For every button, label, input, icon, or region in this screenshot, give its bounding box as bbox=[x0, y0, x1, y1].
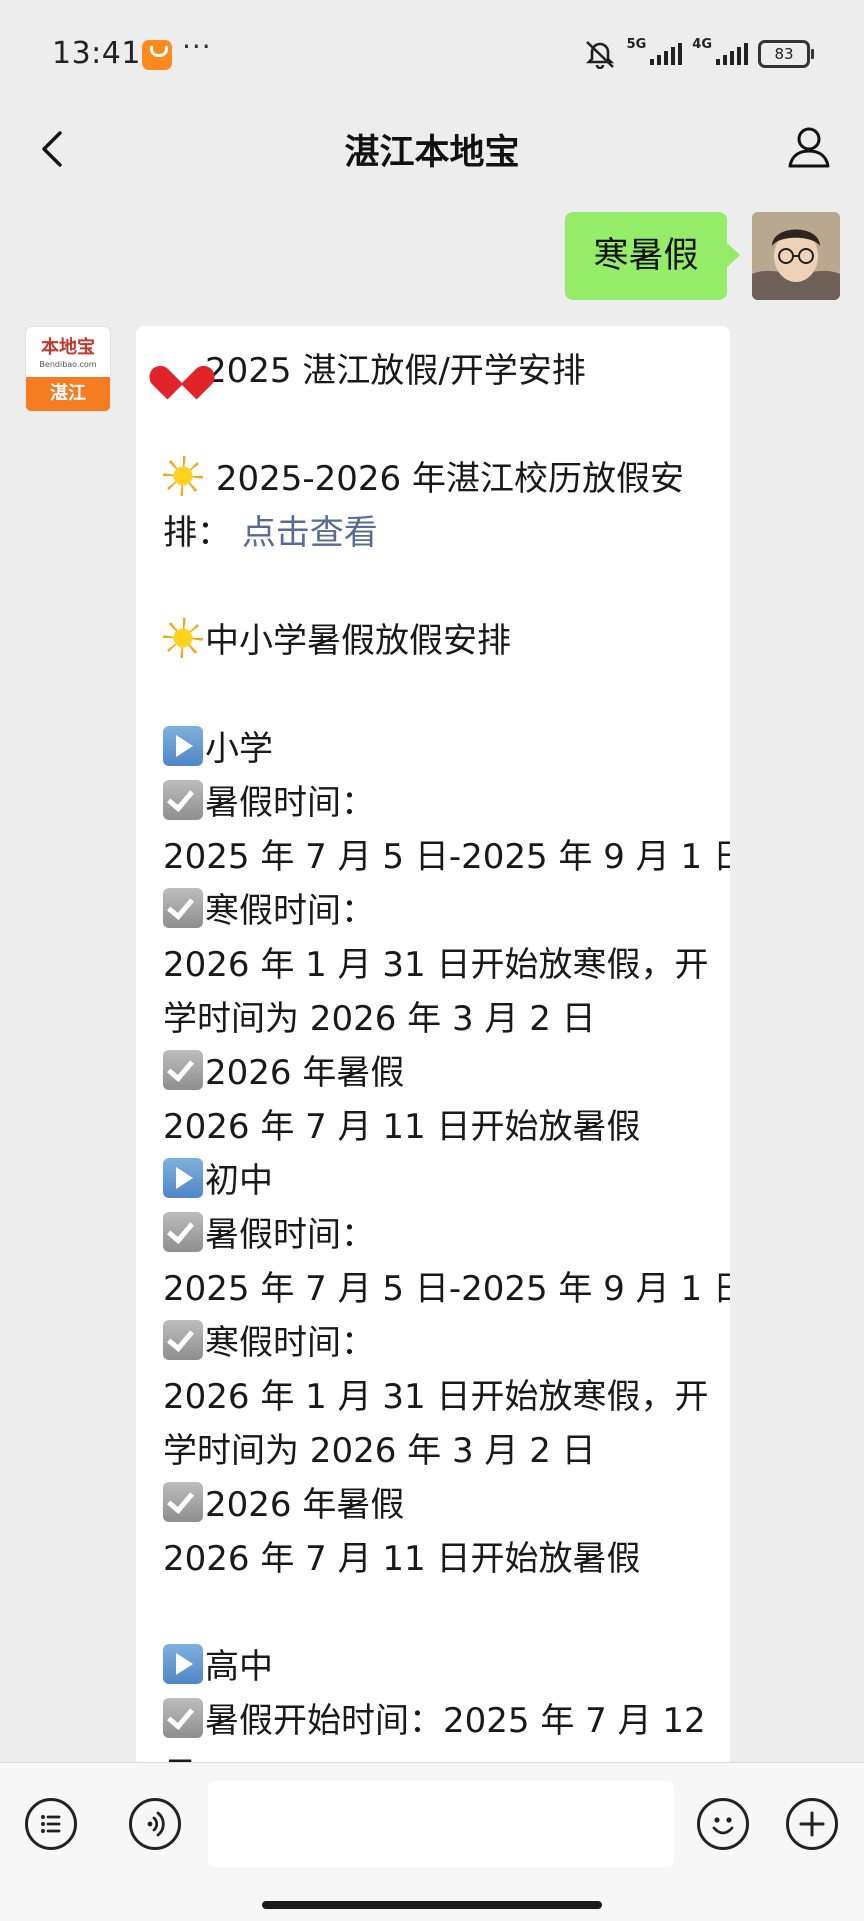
calendar-intro: 2025-2026 年湛江校历放假安 bbox=[215, 459, 684, 499]
user-avatar-image bbox=[752, 212, 840, 300]
bot-logo: 本地宝 Bendibao.com bbox=[26, 327, 110, 377]
voice-icon bbox=[147, 1811, 165, 1837]
emoji-icon bbox=[712, 1817, 734, 1835]
primary-heading: 小学 bbox=[163, 722, 709, 776]
status-indicators: 5G 4G 83 bbox=[583, 36, 814, 72]
primary-winter-value-1: 2026 年 1 月 31 日开始放寒假，开 bbox=[163, 945, 709, 985]
senior-heading: 高中 bbox=[163, 1640, 709, 1694]
sun-icon bbox=[163, 618, 203, 658]
check-mark-icon bbox=[163, 888, 203, 928]
emoji-button[interactable] bbox=[697, 1798, 749, 1850]
heart-icon bbox=[163, 348, 203, 388]
winter-time-label: 寒假时间： bbox=[205, 1323, 375, 1363]
calendar-link[interactable]: 点击查看 bbox=[242, 513, 378, 553]
check-mark-icon bbox=[163, 1212, 203, 1252]
chat-input-bar bbox=[0, 1762, 864, 1921]
primary-2026-summer-value: 2026 年 7 月 11 日开始放暑假 bbox=[163, 1107, 641, 1147]
bot-logo-site: Bendibao.com bbox=[39, 360, 97, 369]
junior-label: 初中 bbox=[205, 1161, 273, 1201]
primary-label: 小学 bbox=[205, 729, 273, 769]
bot-logo-name: 本地宝 bbox=[41, 337, 95, 358]
sun-icon bbox=[163, 456, 203, 496]
section-title: 中小学暑假放假安排 bbox=[205, 621, 511, 661]
check-mark-icon bbox=[163, 1482, 203, 1522]
message-title-line: 2025 湛江放假/开学安排 bbox=[163, 344, 709, 398]
plus-icon bbox=[799, 1811, 825, 1837]
primary-winter-value-2: 学时间为 2026 年 3 月 2 日 bbox=[163, 999, 596, 1039]
junior-summer-value: 2025 年 7 月 5 日-2025 年 9 月 1 日 bbox=[163, 1269, 730, 1309]
list-icon bbox=[41, 1815, 61, 1833]
signal-5g-icon bbox=[650, 43, 683, 65]
primary-summer-label: 暑假时间： bbox=[163, 776, 709, 830]
junior-winter-value-2: 学时间为 2026 年 3 月 2 日 bbox=[163, 1431, 596, 1471]
summer-time-label: 暑假时间： bbox=[205, 1215, 375, 1255]
signal-4g-icon bbox=[716, 43, 748, 65]
calendar-line: 2025-2026 年湛江校历放假安 bbox=[163, 452, 709, 506]
play-button-icon bbox=[163, 1158, 203, 1198]
play-button-icon bbox=[163, 726, 203, 766]
network-4g-label: 4G bbox=[692, 36, 712, 52]
message-input[interactable] bbox=[208, 1781, 674, 1867]
summer-time-label: 暑假时间： bbox=[205, 783, 375, 823]
senior-label: 高中 bbox=[205, 1647, 273, 1687]
more-notifications-icon: ··· bbox=[182, 30, 212, 63]
home-indicator[interactable] bbox=[262, 1901, 602, 1909]
chat-header: 湛江本地宝 bbox=[0, 110, 864, 190]
check-mark-icon bbox=[163, 780, 203, 820]
calendar-line-2: 排： 点击查看 bbox=[163, 506, 709, 560]
voice-button[interactable] bbox=[129, 1798, 181, 1850]
chat-title: 湛江本地宝 bbox=[344, 133, 520, 173]
primary-summer-value: 2025 年 7 月 5 日-2025 年 9 月 1 日 bbox=[163, 837, 730, 877]
menu-button[interactable] bbox=[25, 1798, 77, 1850]
user-avatar[interactable] bbox=[752, 212, 840, 300]
section-title-line: 中小学暑假放假安排 bbox=[163, 614, 709, 668]
summer-2026-label: 2026 年暑假 bbox=[205, 1485, 405, 1525]
winter-time-label: 寒假时间： bbox=[205, 891, 375, 931]
senior-summer-start-text: 暑假开始时间：2025 年 7 月 12 bbox=[205, 1701, 706, 1741]
plus-button[interactable] bbox=[786, 1798, 838, 1850]
junior-winter-label: 寒假时间： bbox=[163, 1316, 709, 1370]
junior-2026-summer-label: 2026 年暑假 bbox=[163, 1478, 709, 1532]
mute-icon bbox=[585, 41, 614, 69]
bot-logo-city: 湛江 bbox=[26, 377, 110, 411]
check-mark-icon bbox=[163, 1698, 203, 1738]
junior-2026-summer-value: 2026 年 7 月 11 日开始放暑假 bbox=[163, 1539, 641, 1579]
bot-avatar[interactable]: 本地宝 Bendibao.com 湛江 bbox=[25, 326, 111, 412]
play-button-icon bbox=[163, 1644, 203, 1684]
battery-indicator: 83 bbox=[758, 40, 814, 68]
primary-winter-label: 寒假时间： bbox=[163, 884, 709, 938]
check-mark-icon bbox=[163, 1050, 203, 1090]
status-bar: 13:41 ··· 5G 4G 83 bbox=[0, 0, 864, 110]
person-icon[interactable] bbox=[784, 122, 834, 172]
calendar-intro-2: 排： bbox=[163, 513, 231, 553]
junior-summer-label: 暑假时间： bbox=[163, 1208, 709, 1262]
incoming-message-bubble[interactable]: 2025 湛江放假/开学安排 2025-2026 年湛江校历放假安 排： 点击查… bbox=[136, 326, 730, 1766]
primary-2026-summer-label: 2026 年暑假 bbox=[163, 1046, 709, 1100]
senior-summer-start: 暑假开始时间：2025 年 7 月 12 bbox=[163, 1694, 709, 1748]
junior-heading: 初中 bbox=[163, 1154, 709, 1208]
shopping-app-icon bbox=[142, 40, 172, 70]
message-text: 2025 湛江放假/开学安排 2025-2026 年湛江校历放假安 排： 点击查… bbox=[163, 344, 730, 1766]
summer-2026-label: 2026 年暑假 bbox=[205, 1053, 405, 1093]
check-mark-icon bbox=[163, 1320, 203, 1360]
status-time: 13:41 bbox=[52, 36, 141, 71]
outgoing-message-bubble[interactable]: 寒暑假 bbox=[565, 212, 740, 300]
network-5g-label: 5G bbox=[626, 36, 647, 52]
message-title: 2025 湛江放假/开学安排 bbox=[205, 351, 586, 391]
junior-winter-value-1: 2026 年 1 月 31 日开始放寒假，开 bbox=[163, 1377, 709, 1417]
